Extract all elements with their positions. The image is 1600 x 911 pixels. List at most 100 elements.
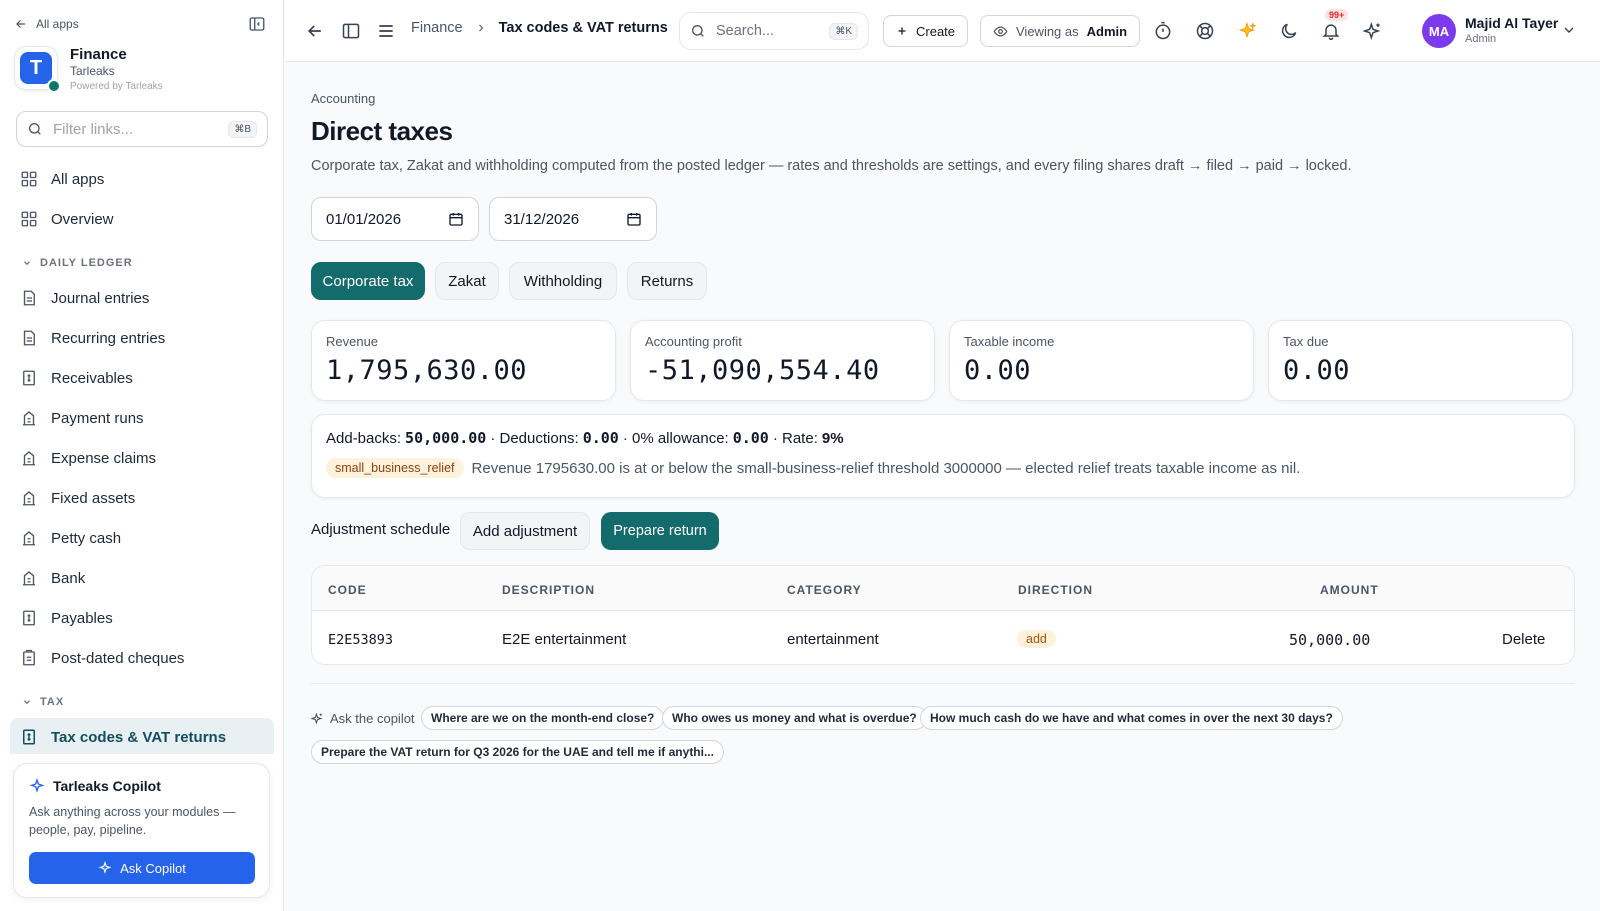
avatar[interactable]: MA — [1422, 14, 1456, 48]
sidebar-item-post-dated-cheques[interactable]: Post-dated cheques — [20, 646, 184, 670]
breadcrumb-current: Tax codes & VAT returns — [498, 20, 668, 36]
date-from-input[interactable]: 01/01/2026 — [311, 197, 479, 241]
calendar-icon[interactable] — [448, 211, 464, 227]
invoice-icon — [23, 729, 35, 745]
copilot-card: Tarleaks Copilot Ask anything across you… — [13, 763, 270, 898]
sidebar-item-expense-claims[interactable]: Expense claims — [20, 446, 156, 470]
sparkle-icon — [311, 712, 323, 725]
tab-corporate-tax[interactable]: Corporate tax — [311, 262, 425, 300]
date-to-input[interactable]: 31/12/2026 — [489, 197, 657, 241]
sidebar-item-tax-codes[interactable]: Tax codes & VAT returns — [20, 725, 226, 749]
section-label: TAX — [40, 696, 65, 708]
header-amount[interactable]: AMOUNT — [1320, 583, 1379, 597]
sidebar-item-payment-runs[interactable]: Payment runs — [20, 406, 144, 430]
kpi-value: 0.00 — [1283, 355, 1351, 386]
relief-tag: small_business_relief — [326, 458, 464, 478]
app-powered: Powered by Tarleaks — [70, 81, 163, 92]
sidebar-item-fixed-assets[interactable]: Fixed assets — [20, 486, 135, 510]
chevron-down-icon — [24, 261, 30, 266]
addbacks-label: Add-backs: — [326, 430, 402, 447]
sparkle-icon[interactable] — [1237, 21, 1257, 41]
sidebar-item-label: Tax codes & VAT returns — [51, 728, 227, 746]
date-to-value: 31/12/2026 — [504, 210, 580, 228]
logo-letter: T — [20, 52, 52, 84]
arrow-left-icon — [16, 20, 26, 28]
sidebar-item-all-apps[interactable]: All apps — [20, 167, 104, 191]
kpi-revenue: Revenue 1,795,630.00 — [311, 320, 616, 401]
ask-copilot-button[interactable]: Ask Copilot — [29, 852, 255, 884]
sidebar-toggle-icon[interactable] — [341, 21, 361, 41]
sidebar-item-petty-cash[interactable]: Petty cash — [20, 526, 121, 550]
sidebar-item-overview[interactable]: Overview — [20, 207, 114, 231]
filter-shortcut: ⌘B — [228, 120, 257, 138]
header-description[interactable]: DESCRIPTION — [502, 583, 595, 597]
section-tax[interactable]: TAX — [22, 696, 64, 708]
calendar-icon[interactable] — [626, 211, 642, 227]
timer-icon[interactable] — [1153, 21, 1173, 41]
allowance-label: · 0% allowance: — [622, 430, 729, 447]
section-daily-ledger[interactable]: DAILY LEDGER — [22, 257, 133, 269]
viewing-prefix: Viewing as — [1016, 23, 1079, 39]
chevron-down-icon[interactable] — [1561, 22, 1577, 38]
delete-row-button[interactable]: Delete — [1502, 631, 1545, 648]
header-category[interactable]: CATEGORY — [787, 583, 862, 597]
create-button[interactable]: Create — [883, 15, 969, 47]
sidebar-item-bank[interactable]: Bank — [20, 566, 85, 590]
sidebar-item-label: All apps — [51, 170, 105, 188]
clipboard-icon — [23, 649, 35, 666]
building-icon — [23, 451, 35, 466]
suggestion-chip[interactable]: Who owes us money and what is overdue? — [662, 706, 927, 730]
kpi-label: Taxable income — [964, 334, 1055, 349]
help-icon[interactable] — [1195, 21, 1215, 41]
cell-direction-badge: add — [1017, 630, 1056, 648]
relief-line: small_business_relief Revenue 1795630.00… — [326, 458, 1560, 478]
deductions-label: · Deductions: — [490, 430, 579, 447]
breadcrumb: Finance Tax codes & VAT returns — [411, 20, 668, 36]
prepare-return-button[interactable]: Prepare return — [601, 512, 719, 550]
suggestion-chip[interactable]: Where are we on the month-end close? — [421, 706, 665, 730]
header-direction[interactable]: DIRECTION — [1018, 583, 1093, 597]
cell-amount: 50,000.00 — [1289, 631, 1371, 649]
all-apps-back-link[interactable]: All apps — [14, 16, 79, 32]
sidebar-item-receivables[interactable]: Receivables — [20, 366, 133, 390]
sidebar-item-payables[interactable]: Payables — [20, 606, 113, 630]
document-icon — [23, 330, 35, 346]
date-from-value: 01/01/2026 — [326, 210, 402, 228]
tab-withholding[interactable]: Withholding — [509, 262, 617, 300]
rate-value: 9% — [821, 430, 844, 447]
sidebar-item-recurring-entries[interactable]: Recurring entries — [20, 326, 165, 350]
bell-icon[interactable] — [1321, 21, 1341, 41]
sidebar-item-journal-entries[interactable]: Journal entries — [20, 286, 149, 310]
ai-sparkle-icon[interactable] — [1363, 21, 1383, 41]
cell-code: E2E53893 — [328, 632, 394, 648]
grid-icon — [21, 171, 37, 187]
ask-copilot-label: Ask Copilot — [120, 860, 186, 876]
chevron-right-icon — [478, 24, 483, 32]
breadcrumb-finance[interactable]: Finance — [411, 20, 463, 36]
app-name: Finance — [70, 46, 127, 63]
viewing-as-button[interactable]: Viewing as Admin — [980, 15, 1141, 47]
back-arrow-icon[interactable] — [305, 21, 325, 41]
tab-zakat[interactable]: Zakat — [435, 262, 499, 300]
sidebar-item-label: Bank — [51, 569, 86, 587]
chevron-down-icon — [24, 700, 30, 705]
header-code[interactable]: CODE — [328, 583, 367, 597]
menu-icon[interactable] — [376, 21, 396, 41]
user-name[interactable]: Majid Al Tayer — [1465, 15, 1558, 31]
sidebar-item-label: Post-dated cheques — [51, 649, 185, 667]
page-title: Direct taxes — [311, 116, 453, 146]
relief-text: Revenue 1795630.00 is at or below the sm… — [471, 459, 1301, 477]
sidebar-item-label: Overview — [51, 210, 114, 228]
suggestion-chip[interactable]: How much cash do we have and what comes … — [920, 706, 1343, 730]
ask-label-text: Ask the copilot — [330, 711, 415, 726]
suggestion-chip[interactable]: Prepare the VAT return for Q3 2026 for t… — [311, 740, 724, 764]
add-adjustment-button[interactable]: Add adjustment — [460, 512, 590, 550]
tab-returns[interactable]: Returns — [627, 262, 707, 300]
app-org: Tarleaks — [70, 64, 115, 78]
sidebar-item-label: Receivables — [51, 369, 133, 387]
kpi-label: Accounting profit — [645, 334, 742, 349]
filter-links-input[interactable]: Filter links... ⌘B — [16, 111, 268, 147]
collapse-sidebar-icon[interactable] — [248, 15, 266, 33]
moon-icon[interactable] — [1279, 21, 1299, 41]
search-input[interactable]: Search... ⌘K — [679, 12, 869, 50]
